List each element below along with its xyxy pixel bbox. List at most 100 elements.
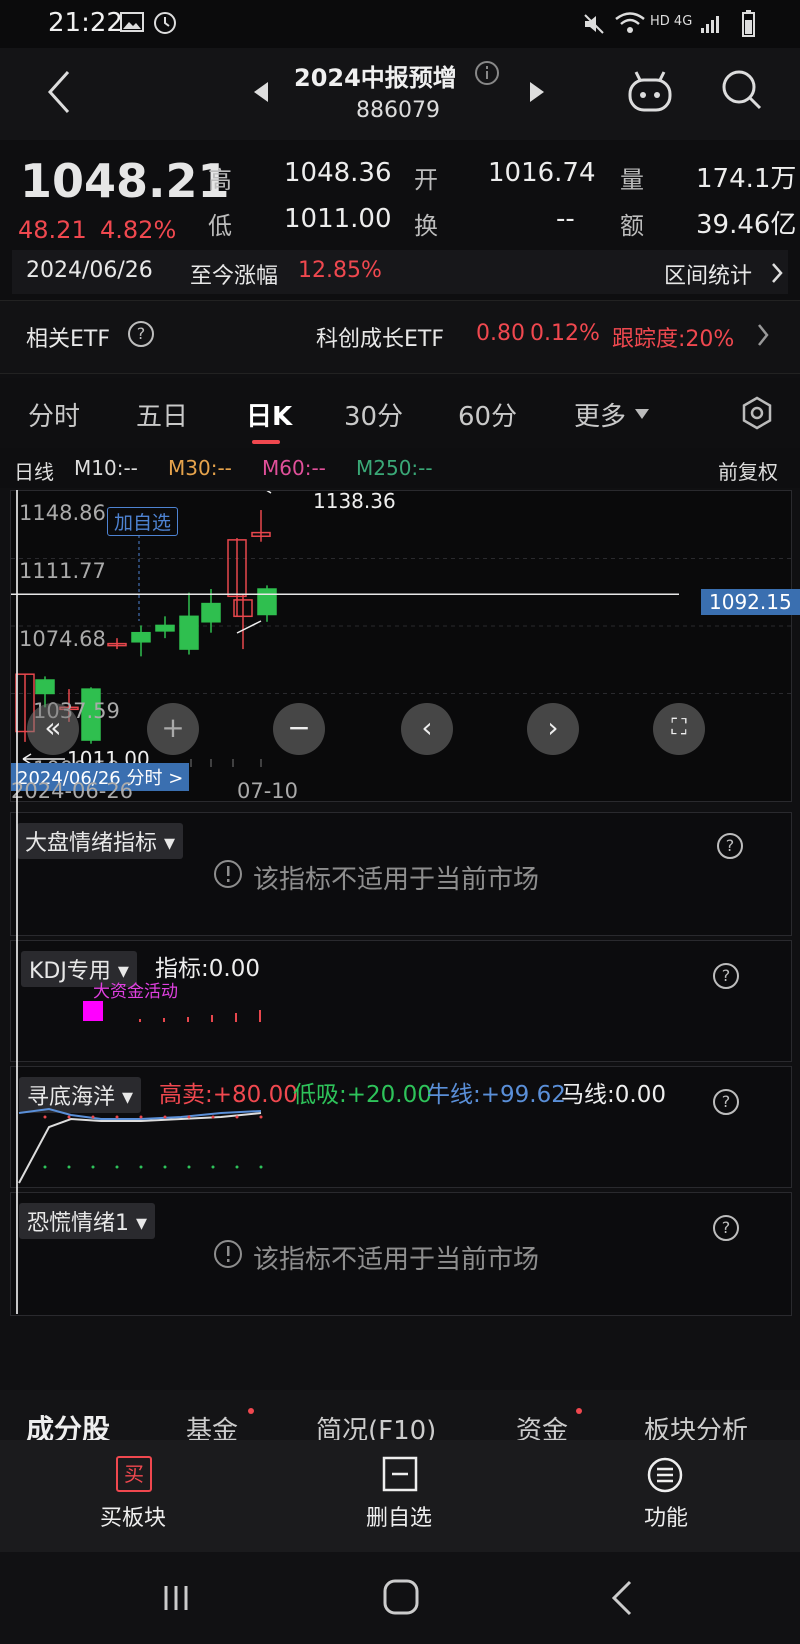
ma-period[interactable]: 日线	[14, 456, 54, 485]
open-value: 1016.74	[488, 158, 596, 188]
search-icon[interactable]	[720, 68, 764, 112]
zoom-out-button[interactable]: −	[273, 703, 325, 755]
buy-sector-button[interactable]: 买 买板块	[86, 1456, 186, 1536]
bottom-finder-panel: 寻底海洋 ▾ 高卖:+80.00 低吸:+20.00 牛线:+99.62 马线:…	[10, 1066, 792, 1188]
big-money-marker	[83, 1001, 103, 1021]
bottom-finder-help-icon[interactable]: ?	[713, 1089, 739, 1115]
tab-30min[interactable]: 30分	[344, 396, 403, 433]
scroll-right-button[interactable]: ›	[527, 703, 579, 755]
tab-intraday[interactable]: 分时	[28, 396, 80, 433]
sector-code: 886079	[356, 98, 440, 123]
ma-30: M30:--	[168, 456, 232, 480]
amount-value: 39.46亿	[696, 210, 797, 240]
candle-body	[179, 615, 199, 650]
etf-pct: 0.12%	[530, 321, 600, 346]
current-price: 1048.21	[20, 154, 230, 208]
chart-settings-icon[interactable]	[740, 396, 774, 430]
bull-line-value: 牛线:+99.62	[427, 1082, 566, 1108]
robot-assistant-icon[interactable]	[626, 68, 674, 114]
x-label-mid: 07-10	[237, 779, 299, 803]
range-stats-link[interactable]: 区间统计	[664, 258, 752, 290]
high-value: 1048.36	[284, 158, 392, 188]
tab-constituents[interactable]: 成分股	[26, 1408, 110, 1440]
panic-selector[interactable]: 恐慌情绪1 ▾	[19, 1203, 156, 1239]
period-tabs: 分时 五日 日K 30分 60分 更多	[0, 378, 800, 448]
panic-help-icon[interactable]: ?	[713, 1215, 739, 1241]
kdj-help-icon[interactable]: ?	[713, 963, 739, 989]
status-bar: 21:22 HD 4G	[0, 0, 800, 48]
scroll-left-button[interactable]: ‹	[401, 703, 453, 755]
system-back-icon[interactable]	[610, 1580, 634, 1616]
since-value: 12.85%	[298, 258, 382, 283]
high-label: 高	[208, 166, 232, 194]
back-icon[interactable]	[46, 70, 72, 114]
buy-icon: 买	[116, 1456, 152, 1492]
chevron-right-icon	[758, 324, 769, 346]
ma-10: M10:--	[74, 456, 138, 480]
quote-date: 2024/06/26	[26, 258, 153, 283]
fullscreen-button[interactable]: ⛶	[653, 703, 705, 755]
kdj-panel: KDJ专用 ▾ 指标:0.00 大资金活动 ?	[10, 940, 792, 1062]
page-title: 2024中报预增	[294, 64, 457, 92]
info-icon[interactable]	[474, 60, 500, 86]
functions-label: 功能	[644, 1506, 689, 1531]
bottom-finder-lines	[18, 1107, 263, 1184]
tab-capital[interactable]: 资金	[516, 1410, 568, 1440]
zoom-in-button[interactable]: +	[147, 703, 199, 755]
tab-daily-k[interactable]: 日K	[246, 396, 292, 433]
crosshair-vertical	[16, 490, 18, 1314]
y-tick-3: 1074.68	[19, 627, 106, 651]
remove-watch-icon	[382, 1456, 418, 1492]
x-label-start: 2024-06-26	[11, 779, 134, 803]
sentiment-notice: 该指标不适用于当前市场	[253, 865, 540, 895]
etf-label: 相关ETF	[26, 327, 110, 352]
turnover-label: 换	[414, 212, 438, 240]
low-buy-value: 低吸:+20.00	[293, 1082, 432, 1108]
tab-sector-analysis[interactable]: 板块分析	[644, 1410, 748, 1440]
max-price-label: 1138.36	[313, 489, 396, 513]
sentiment-selector[interactable]: 大盘情绪指标 ▾	[17, 823, 184, 859]
kdj-ticks	[139, 1010, 261, 1022]
crosshair-price-tag: 1092.15	[701, 589, 800, 615]
scroll-left-fast-button[interactable]: «	[27, 703, 79, 755]
tab-more[interactable]: 更多	[574, 396, 626, 433]
kline-chart[interactable]: 1148.86 1111.77 1074.68 1037.59 1000.50 …	[10, 489, 800, 803]
wifi-icon	[615, 12, 645, 33]
alert-icon	[214, 860, 242, 888]
date-row: 2024/06/26 至今涨幅 12.85% 区间统计	[12, 250, 788, 294]
sentiment-label: 大盘情绪指标	[25, 831, 158, 856]
active-tab-indicator	[252, 440, 280, 444]
tab-funds[interactable]: 基金	[186, 1410, 238, 1440]
volume-value: 174.1万	[696, 164, 797, 194]
remove-watch-button[interactable]: 删自选	[352, 1456, 452, 1536]
add-watch-tag[interactable]: 加自选	[107, 507, 179, 536]
horse-line-value: 马线:0.00	[561, 1082, 666, 1108]
ma-250: M250:--	[356, 456, 433, 480]
related-etf-row[interactable]: 相关ETF ? 科创成长ETF 0.80 0.12% 跟踪度:20%	[0, 300, 800, 374]
adjust-mode[interactable]: 前复权	[718, 456, 778, 485]
etf-help-icon[interactable]: ?	[128, 321, 154, 347]
y-tick-1: 1148.86	[19, 501, 106, 525]
status-time: 21:22	[48, 8, 123, 38]
tab-60min[interactable]: 60分	[458, 396, 517, 433]
next-sector-icon[interactable]	[528, 80, 546, 104]
volume-label: 量	[620, 166, 644, 194]
since-label: 至今涨幅	[190, 264, 279, 289]
recent-apps-icon[interactable]	[160, 1582, 192, 1614]
functions-button[interactable]: 功能	[618, 1456, 718, 1536]
tab-f10[interactable]: 简况(F10)	[316, 1410, 436, 1440]
home-icon[interactable]	[382, 1578, 420, 1616]
y-tick-2: 1111.77	[19, 559, 106, 583]
sentiment-help-icon[interactable]: ?	[717, 833, 743, 859]
image-icon	[120, 12, 144, 32]
tab-five-day[interactable]: 五日	[136, 396, 188, 433]
low-label: 低	[208, 212, 232, 240]
caret-down-icon	[635, 409, 649, 419]
etf-price: 0.80	[476, 321, 525, 346]
low-value: 1011.00	[284, 204, 392, 234]
prev-sector-icon[interactable]	[252, 80, 270, 104]
etf-name: 科创成长ETF	[316, 327, 444, 352]
ma-60: M60:--	[262, 456, 326, 480]
max-arrow	[266, 491, 272, 494]
ma-row: 日线 M10:-- M30:-- M60:-- M250:-- 前复权	[0, 448, 800, 488]
